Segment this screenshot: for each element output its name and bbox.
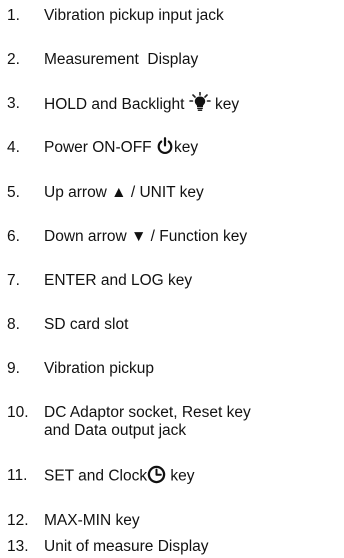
item-label-part: Power ON-OFF — [44, 139, 156, 157]
item-label: SET and Clock key — [44, 465, 342, 486]
item-label: Vibration pickup input jack — [44, 7, 224, 24]
item-label: MAX-MIN key — [44, 512, 140, 529]
item-label: Measurement Display — [44, 51, 199, 68]
clock-icon — [147, 465, 166, 484]
item-number: 5. — [7, 184, 20, 201]
item-label: Vibration pickup — [44, 360, 155, 377]
item-label: HOLD and Backlight key — [44, 92, 342, 115]
item-label-part: HOLD and Backlight — [44, 96, 189, 114]
item-label-part: SET and Clock — [44, 467, 148, 485]
item-label-part: key — [173, 139, 199, 157]
item-label: SD card slot — [44, 316, 129, 333]
item-label: Power ON-OFF key — [44, 137, 342, 157]
item-number: 12. — [7, 512, 29, 529]
item-label: DC Adaptor socket, Reset key and Data ou… — [44, 404, 342, 444]
item-label: ENTER and LOG key — [44, 272, 193, 289]
power-icon — [156, 137, 174, 155]
item-number: 11. — [7, 467, 28, 484]
item-label: Up arrow ▲ / UNIT key — [44, 184, 204, 201]
item-number: 2. — [7, 51, 20, 68]
item-number: 9. — [7, 360, 20, 377]
backlight-bulb-icon — [188, 92, 211, 112]
item-label: Unit of measure Display — [44, 538, 209, 555]
item-number: 4. — [7, 139, 20, 156]
item-label-part: key — [166, 467, 195, 485]
item-label-line: and Data output jack — [44, 422, 187, 439]
item-label: Down arrow ▼ / Function key — [44, 228, 248, 245]
item-number: 13. — [7, 538, 29, 555]
item-number: 1. — [7, 7, 20, 24]
item-number: 8. — [7, 316, 20, 333]
item-number: 3. — [7, 95, 20, 112]
item-number: 7. — [7, 272, 20, 289]
item-label-part: key — [210, 96, 240, 114]
item-label-line: DC Adaptor socket, Reset key — [44, 404, 251, 421]
component-legend-list: 1. Vibration pickup input jack 2. Measur… — [0, 0, 344, 558]
item-number: 6. — [7, 228, 20, 245]
item-number: 10. — [7, 404, 29, 421]
